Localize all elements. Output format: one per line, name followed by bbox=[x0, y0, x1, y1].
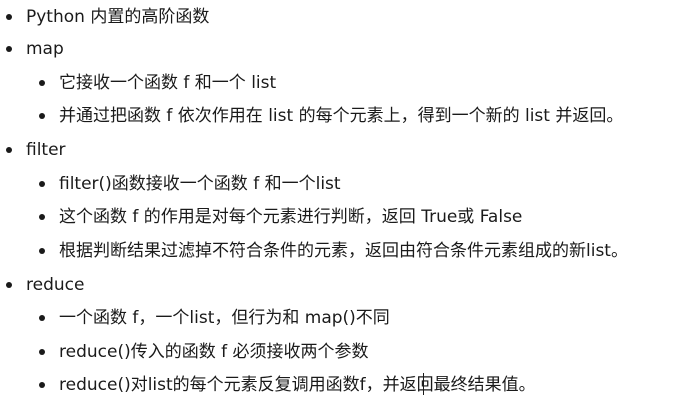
outline-item-text: filter bbox=[26, 140, 66, 160]
bullet-icon bbox=[39, 349, 45, 355]
outline-item-text: Python 内置的高阶函数 bbox=[26, 7, 210, 27]
bullet-icon bbox=[39, 181, 45, 187]
outline-item-text: 这个函数 f 的作用是对每个元素进行判断，返回 True或 False bbox=[59, 207, 523, 227]
bullet-icon bbox=[6, 46, 12, 52]
bullet-icon bbox=[6, 14, 12, 20]
bullet-icon bbox=[6, 282, 12, 288]
outline-item-text: reduce()对list的每个元素反复调用函数f，并返回最终结果值。 bbox=[59, 375, 536, 395]
outline-item-text: map bbox=[26, 39, 64, 59]
bullet-icon bbox=[39, 248, 45, 254]
bullet-icon bbox=[39, 382, 45, 388]
outline-item-text: 一个函数 f，一个list，但行为和 map()不同 bbox=[59, 308, 390, 328]
outline-document: Python 内置的高阶函数 map 它接收一个函数 f 和一个 list 并通… bbox=[0, 0, 676, 403]
outline-item-text: 它接收一个函数 f 和一个 list bbox=[59, 73, 277, 93]
text-cursor bbox=[423, 373, 424, 395]
outline-item-text: 并通过把函数 f 依次作用在 list 的每个元素上，得到一个新的 list 并… bbox=[59, 106, 624, 126]
bullet-icon bbox=[39, 315, 45, 321]
outline-item-text: 根据判断结果过滤掉不符合条件的元素，返回由符合条件元素组成的新list。 bbox=[59, 241, 628, 261]
outline-item-text: reduce()传入的函数 f 必须接收两个参数 bbox=[59, 342, 369, 362]
bullet-icon bbox=[6, 147, 12, 153]
outline-item-text: filter()函数接收一个函数 f 和一个list bbox=[59, 174, 341, 194]
bullet-icon bbox=[39, 80, 45, 86]
bullet-icon bbox=[39, 113, 45, 119]
outline-item-text: reduce bbox=[26, 275, 85, 295]
bullet-icon bbox=[39, 214, 45, 220]
